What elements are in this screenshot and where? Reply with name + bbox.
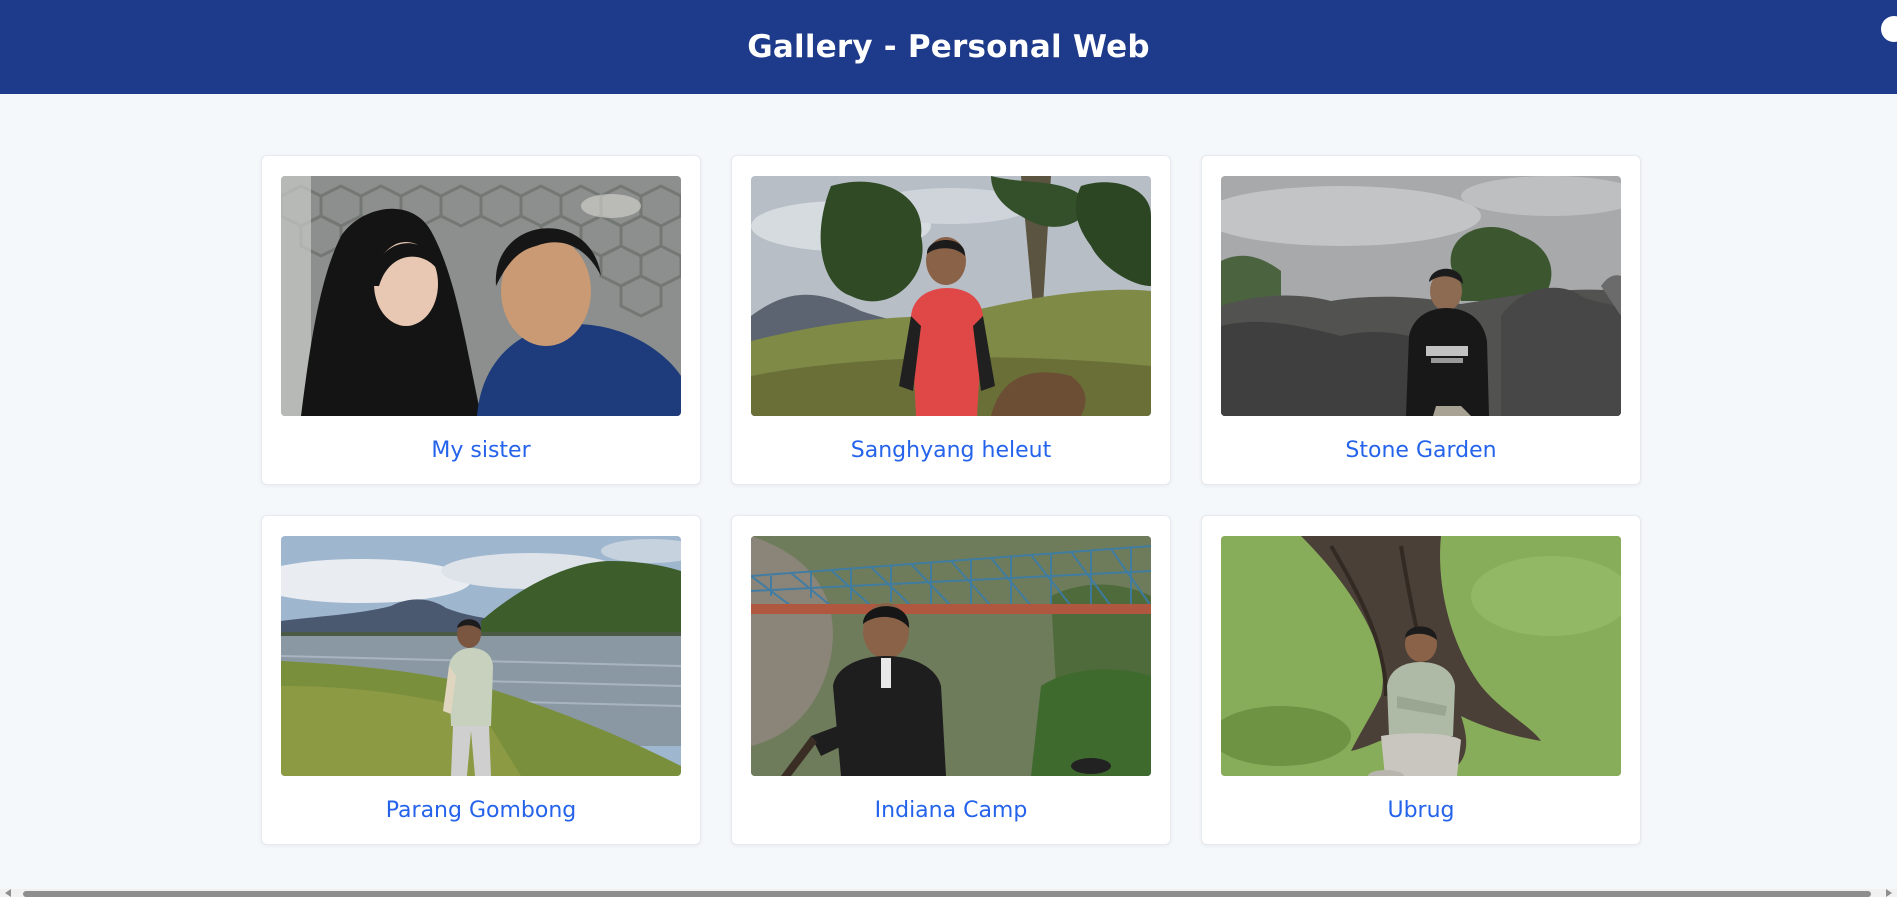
scroll-right-arrow-icon[interactable] xyxy=(1886,889,1892,897)
ubrug-photo-image xyxy=(1221,536,1621,776)
photo-my-sister[interactable] xyxy=(281,176,681,416)
photo-parang-gombong[interactable] xyxy=(281,536,681,776)
theme-toggle[interactable] xyxy=(1881,16,1897,42)
gallery-card-stone-garden[interactable]: Stone Garden xyxy=(1201,155,1641,485)
photo-sanghyang-heleut[interactable] xyxy=(751,176,1151,416)
photo-stone-garden[interactable] xyxy=(1221,176,1621,416)
caption-parang-gombong[interactable]: Parang Gombong xyxy=(281,796,681,826)
caption-sanghyang-heleut[interactable]: Sanghyang heleut xyxy=(751,436,1151,466)
page-header: Gallery - Personal Web xyxy=(0,0,1897,94)
caption-ubrug[interactable]: Ubrug xyxy=(1221,796,1621,826)
scroll-left-arrow-icon[interactable] xyxy=(5,889,11,897)
indiana-camp-photo-image xyxy=(751,536,1151,776)
stone-garden-photo-image xyxy=(1221,176,1621,416)
horizontal-scrollbar[interactable] xyxy=(0,889,1897,897)
caption-stone-garden[interactable]: Stone Garden xyxy=(1221,436,1621,466)
caption-my-sister[interactable]: My sister xyxy=(281,436,681,466)
photo-ubrug[interactable] xyxy=(1221,536,1621,776)
gallery-card-sanghyang-heleut[interactable]: Sanghyang heleut xyxy=(731,155,1171,485)
hiker-photo-image xyxy=(751,176,1151,416)
photo-indiana-camp[interactable] xyxy=(751,536,1151,776)
page-title: Gallery - Personal Web xyxy=(747,29,1150,65)
gallery-card-my-sister[interactable]: My sister xyxy=(261,155,701,485)
selfie-photo-image xyxy=(281,176,681,416)
scrollbar-thumb[interactable] xyxy=(23,891,1871,897)
photo-gallery: My sister Sanghyang heleut Stone Garden … xyxy=(261,155,1641,845)
caption-indiana-camp[interactable]: Indiana Camp xyxy=(751,796,1151,826)
gallery-card-parang-gombong[interactable]: Parang Gombong xyxy=(261,515,701,845)
gallery-card-ubrug[interactable]: Ubrug xyxy=(1201,515,1641,845)
parang-gombong-photo-image xyxy=(281,536,681,776)
gallery-card-indiana-camp[interactable]: Indiana Camp xyxy=(731,515,1171,845)
